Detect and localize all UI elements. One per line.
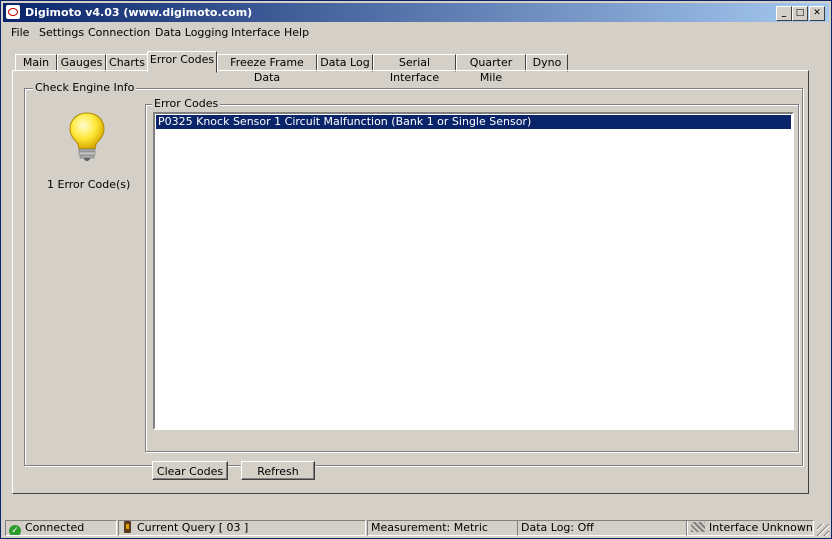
menu-interface[interactable]: Interface: [231, 26, 280, 39]
menu-connection[interactable]: Connection: [88, 26, 150, 39]
minimize-button[interactable]: _: [776, 6, 792, 21]
menu-help[interactable]: Help: [284, 26, 309, 39]
tab-error-codes[interactable]: Error Codes: [147, 51, 217, 73]
menu-settings[interactable]: Settings: [39, 26, 84, 39]
refresh-button[interactable]: Refresh: [241, 461, 315, 480]
menu-data-logging[interactable]: Data Logging: [155, 26, 228, 39]
list-item[interactable]: P0325 Knock Sensor 1 Circuit Malfunction…: [156, 115, 791, 129]
app-logo-icon[interactable]: [6, 5, 20, 19]
resize-grip-icon[interactable]: [817, 524, 829, 536]
interface-icon: [691, 522, 705, 532]
error-codes-label: Error Codes: [152, 97, 221, 110]
status-bar: ✓ Connected Current Query [ 03 ] Measurem…: [3, 520, 829, 537]
status-query: Current Query [ 03 ]: [118, 520, 366, 536]
title-bar[interactable]: Digimoto v4.03 (www.digimoto.com) _ □ ✕: [3, 3, 829, 22]
menu-bar: File Settings Connection Data Logging In…: [3, 23, 829, 43]
status-interface-text: Interface Unknown: [709, 521, 813, 534]
maximize-button[interactable]: □: [792, 6, 808, 21]
menu-file[interactable]: File: [11, 26, 29, 39]
status-connection-text: Connected: [25, 521, 85, 534]
status-connection: ✓ Connected: [5, 520, 117, 536]
plug-icon: [124, 521, 131, 533]
app-window: Digimoto v4.03 (www.digimoto.com) _ □ ✕ …: [0, 0, 832, 539]
window-title: Digimoto v4.03 (www.digimoto.com): [25, 6, 253, 19]
error-code-count: 1 Error Code(s): [47, 178, 131, 191]
check-engine-info-label: Check Engine Info: [33, 81, 137, 94]
status-data-log: Data Log: Off: [517, 520, 688, 536]
status-interface: Interface Unknown: [686, 520, 814, 536]
clear-codes-button[interactable]: Clear Codes: [152, 461, 228, 480]
error-codes-list[interactable]: P0325 Knock Sensor 1 Circuit Malfunction…: [153, 112, 794, 430]
close-button[interactable]: ✕: [809, 6, 825, 21]
status-measurement: Measurement: Metric: [367, 520, 518, 536]
status-query-text: Current Query [ 03 ]: [137, 521, 249, 534]
connected-check-icon: ✓: [9, 525, 21, 535]
light-bulb-icon: [69, 112, 105, 161]
